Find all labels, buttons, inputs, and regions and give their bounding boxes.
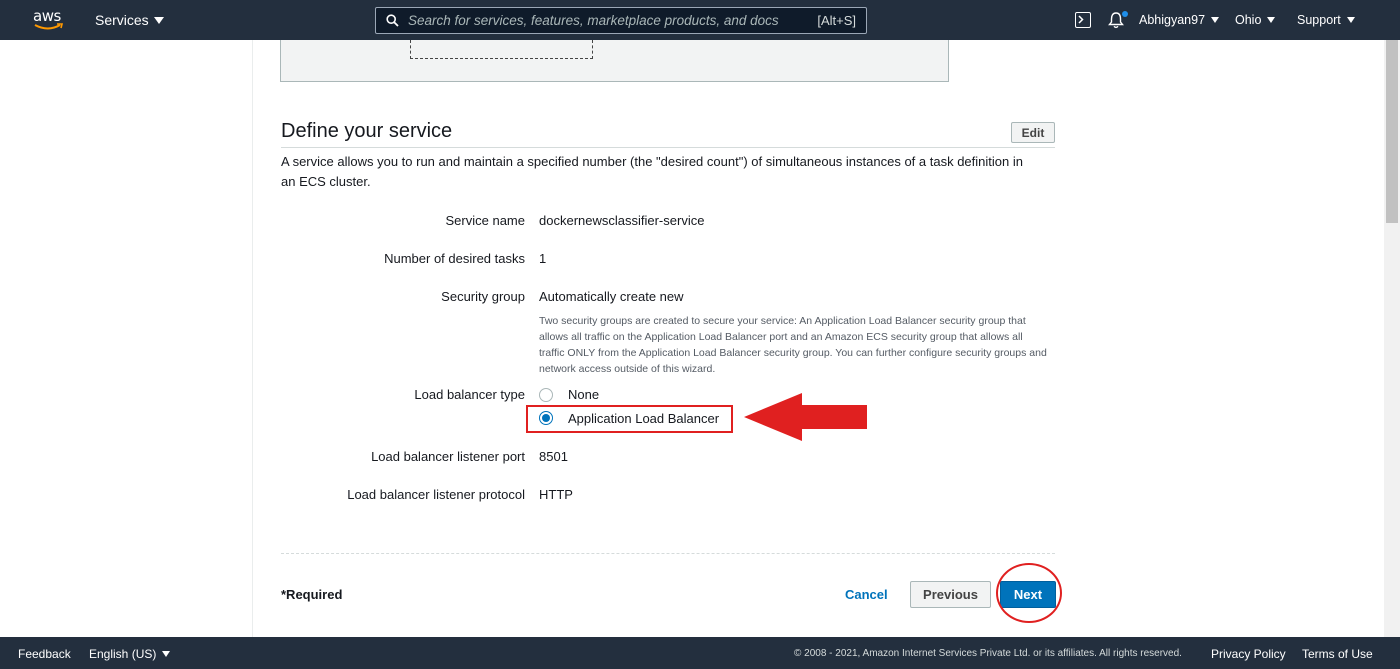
radio-lb-none[interactable] (539, 388, 553, 402)
section-title: Define your service (281, 120, 453, 142)
actions-divider (281, 553, 1055, 554)
search-icon (386, 14, 399, 27)
listener-port-value: 8501 (539, 449, 568, 464)
support-label: Support (1297, 13, 1341, 27)
chevron-down-icon (162, 651, 171, 657)
feedback-link[interactable]: Feedback (18, 647, 71, 661)
privacy-policy-link[interactable]: Privacy Policy (1211, 647, 1286, 661)
security-group-value: Automatically create new (539, 289, 684, 304)
top-navigation-bar: aws Services [Alt+S] Abhigyan97 Ohio Sup… (0, 0, 1400, 40)
region-menu[interactable]: Ohio (1235, 13, 1276, 27)
required-note: *Required (281, 587, 343, 602)
desired-tasks-label: Number of desired tasks (384, 251, 525, 266)
listener-protocol-label: Load balancer listener protocol (347, 487, 525, 502)
dashed-placeholder (410, 40, 593, 59)
listener-port-label: Load balancer listener port (371, 449, 525, 464)
notification-badge (1122, 11, 1128, 17)
scrollbar-thumb[interactable] (1386, 40, 1398, 223)
services-menu-button[interactable]: Services (95, 12, 164, 28)
aws-logo[interactable]: aws (33, 9, 65, 33)
chevron-down-icon (1346, 17, 1355, 23)
section-description: A service allows you to run and maintain… (281, 154, 1023, 189)
account-menu[interactable]: Abhigyan97 (1139, 13, 1220, 27)
language-label: English (US) (89, 647, 157, 661)
edit-button[interactable]: Edit (1011, 122, 1055, 143)
service-name-label: Service name (445, 213, 525, 228)
security-group-label: Security group (441, 289, 525, 304)
chevron-down-icon (153, 17, 164, 24)
listener-protocol-value: HTTP (539, 487, 573, 502)
chevron-down-icon (1267, 17, 1276, 23)
services-label: Services (95, 12, 149, 28)
support-menu[interactable]: Support (1297, 13, 1355, 27)
region-name: Ohio (1235, 13, 1262, 27)
aws-smile-icon (34, 23, 64, 30)
load-balancer-type-label: Load balancer type (414, 387, 525, 402)
search-input[interactable] (408, 11, 808, 30)
service-name-value: dockernewsclassifier-service (539, 213, 705, 228)
previous-section-box (280, 40, 949, 82)
desired-tasks-value: 1 (539, 251, 547, 266)
red-arrow-annotation-icon (744, 393, 867, 441)
search-shortcut-hint: [Alt+S] (817, 13, 856, 28)
section-divider (281, 147, 1055, 148)
cloudshell-icon[interactable] (1075, 12, 1091, 28)
account-name: Abhigyan97 (1139, 13, 1206, 27)
chevron-down-icon (1211, 17, 1220, 23)
aws-logo-text: aws (33, 7, 61, 25)
previous-button[interactable]: Previous (910, 581, 991, 608)
highlight-annotation-box (526, 405, 733, 433)
language-selector[interactable]: English (US) (89, 647, 171, 661)
footer-bar: Feedback English (US) © 2008 - 2021, Ama… (0, 637, 1400, 669)
cancel-link[interactable]: Cancel (845, 587, 888, 602)
next-circle-annotation (996, 563, 1062, 623)
terms-of-use-link[interactable]: Terms of Use (1302, 647, 1373, 661)
security-group-help-text: Two security groups are created to secur… (539, 315, 1047, 375)
radio-lb-none-label[interactable]: None (568, 387, 599, 402)
copyright-text: © 2008 - 2021, Amazon Internet Services … (794, 648, 1182, 659)
search-bar[interactable]: [Alt+S] (375, 7, 867, 34)
